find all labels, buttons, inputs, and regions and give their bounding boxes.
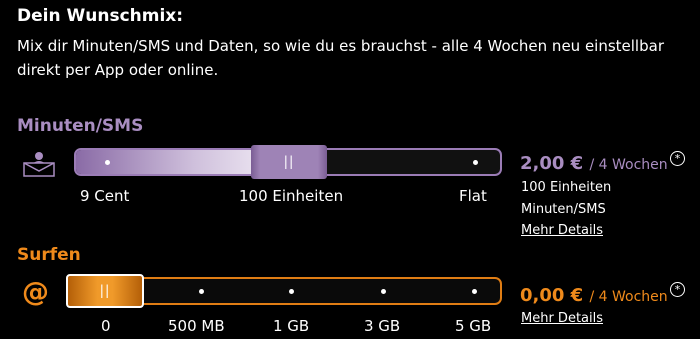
grip-icon: || bbox=[283, 154, 295, 170]
surfen-section-title: Surfen bbox=[17, 245, 81, 265]
minuten-price-period: / 4 Wochen bbox=[589, 157, 668, 173]
surfen-price-value: 0,00 € bbox=[520, 285, 584, 306]
surfen-stop-dot[interactable] bbox=[289, 289, 294, 294]
minuten-tick-label: 100 Einheiten bbox=[239, 187, 344, 205]
surfen-slider-handle[interactable]: || bbox=[66, 274, 144, 308]
surfen-tick-label: 0 bbox=[101, 317, 111, 335]
minuten-stop-dot[interactable] bbox=[473, 160, 478, 165]
page-title: Dein Wunschmix: bbox=[17, 6, 184, 26]
minuten-tick-label: Flat bbox=[459, 187, 487, 205]
minuten-slider-fill bbox=[76, 150, 258, 174]
surfen-more-details-link[interactable]: Mehr Details bbox=[521, 311, 603, 326]
minuten-slider-handle[interactable]: || bbox=[251, 145, 327, 179]
minuten-more-details-link[interactable]: Mehr Details bbox=[521, 223, 603, 238]
surfen-stop-dot[interactable] bbox=[381, 289, 386, 294]
at-sign-icon: @ bbox=[22, 277, 49, 308]
mail-person-icon bbox=[23, 152, 55, 177]
surfen-tick-label: 500 MB bbox=[168, 317, 225, 335]
minuten-detail-type: Minuten/SMS bbox=[521, 202, 606, 217]
info-star-icon[interactable]: * bbox=[670, 282, 685, 297]
surfen-tick-label: 3 GB bbox=[364, 317, 401, 335]
minuten-detail-units: 100 Einheiten bbox=[521, 180, 612, 195]
surfen-tick-label: 1 GB bbox=[273, 317, 310, 335]
surfen-price: 0,00 € / 4 Wochen bbox=[520, 285, 668, 306]
minuten-tick-label: 9 Cent bbox=[80, 187, 130, 205]
grip-icon: || bbox=[99, 283, 111, 299]
page-description: Mix dir Minuten/SMS und Daten, so wie du… bbox=[17, 37, 664, 79]
surfen-tick-label: 5 GB bbox=[455, 317, 492, 335]
surfen-stop-dot[interactable] bbox=[199, 289, 204, 294]
info-star-icon[interactable]: * bbox=[670, 151, 685, 166]
surfen-price-period: / 4 Wochen bbox=[589, 289, 668, 305]
minuten-section-title: Minuten/SMS bbox=[17, 116, 144, 136]
surfen-stop-dot[interactable] bbox=[472, 289, 477, 294]
minuten-price: 2,00 € / 4 Wochen bbox=[520, 153, 668, 174]
minuten-stop-dot[interactable] bbox=[105, 160, 110, 165]
minuten-price-value: 2,00 € bbox=[520, 153, 584, 174]
